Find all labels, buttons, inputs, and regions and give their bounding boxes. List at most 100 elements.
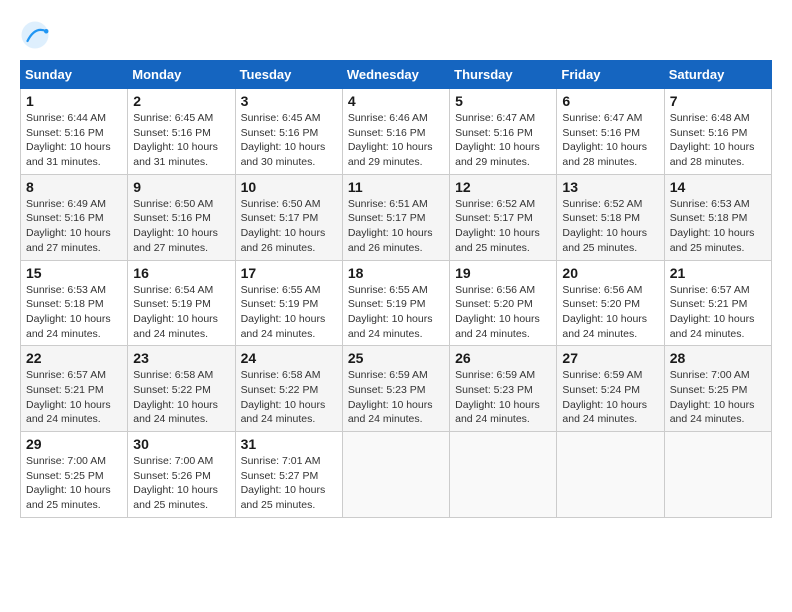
day-info: Sunrise: 6:53 AMSunset: 5:18 PMDaylight:… xyxy=(670,197,766,256)
day-info: Sunrise: 6:59 AMSunset: 5:24 PMDaylight:… xyxy=(562,368,658,427)
day-info: Sunrise: 6:51 AMSunset: 5:17 PMDaylight:… xyxy=(348,197,444,256)
day-cell-26: 26 Sunrise: 6:59 AMSunset: 5:23 PMDayligh… xyxy=(450,346,557,432)
day-number: 17 xyxy=(241,265,337,281)
day-info: Sunrise: 6:49 AMSunset: 5:16 PMDaylight:… xyxy=(26,197,122,256)
day-cell-14: 14 Sunrise: 6:53 AMSunset: 5:18 PMDayligh… xyxy=(664,174,771,260)
calendar-week-row: 22 Sunrise: 6:57 AMSunset: 5:21 PMDayligh… xyxy=(21,346,772,432)
day-cell-22: 22 Sunrise: 6:57 AMSunset: 5:21 PMDayligh… xyxy=(21,346,128,432)
day-number: 5 xyxy=(455,93,551,109)
day-cell-4: 4Sunrise: 6:46 AMSunset: 5:16 PMDaylight… xyxy=(342,89,449,175)
day-number: 18 xyxy=(348,265,444,281)
day-cell-9: 9 Sunrise: 6:50 AMSunset: 5:16 PMDaylight… xyxy=(128,174,235,260)
weekday-header-wednesday: Wednesday xyxy=(342,61,449,89)
day-number: 1 xyxy=(26,93,122,109)
day-number: 19 xyxy=(455,265,551,281)
calendar-week-row: 8 Sunrise: 6:49 AMSunset: 5:16 PMDaylight… xyxy=(21,174,772,260)
day-info: Sunrise: 6:52 AMSunset: 5:17 PMDaylight:… xyxy=(455,197,551,256)
day-number: 16 xyxy=(133,265,229,281)
day-number: 20 xyxy=(562,265,658,281)
logo-icon xyxy=(20,20,50,50)
day-cell-10: 10 Sunrise: 6:50 AMSunset: 5:17 PMDayligh… xyxy=(235,174,342,260)
day-number: 4 xyxy=(348,93,444,109)
day-info: Sunrise: 6:56 AMSunset: 5:20 PMDaylight:… xyxy=(562,283,658,342)
day-cell-8: 8 Sunrise: 6:49 AMSunset: 5:16 PMDaylight… xyxy=(21,174,128,260)
day-number: 6 xyxy=(562,93,658,109)
day-info: Sunrise: 6:45 AMSunset: 5:16 PMDaylight:… xyxy=(241,111,337,170)
day-info: Sunrise: 6:52 AMSunset: 5:18 PMDaylight:… xyxy=(562,197,658,256)
day-number: 27 xyxy=(562,350,658,366)
day-cell-7: 7 Sunrise: 6:48 AMSunset: 5:16 PMDaylight… xyxy=(664,89,771,175)
day-number: 3 xyxy=(241,93,337,109)
day-cell-5: 5 Sunrise: 6:47 AMSunset: 5:16 PMDaylight… xyxy=(450,89,557,175)
calendar-week-row: 15Sunrise: 6:53 AMSunset: 5:18 PMDayligh… xyxy=(21,260,772,346)
day-info: Sunrise: 7:00 AMSunset: 5:25 PMDaylight:… xyxy=(670,368,766,427)
day-number: 26 xyxy=(455,350,551,366)
day-number: 13 xyxy=(562,179,658,195)
empty-cell xyxy=(664,432,771,518)
day-number: 9 xyxy=(133,179,229,195)
day-cell-6: 6 Sunrise: 6:47 AMSunset: 5:16 PMDaylight… xyxy=(557,89,664,175)
day-number: 7 xyxy=(670,93,766,109)
day-info: Sunrise: 6:44 AMSunset: 5:16 PMDaylight:… xyxy=(26,111,122,170)
day-info: Sunrise: 6:50 AMSunset: 5:17 PMDaylight:… xyxy=(241,197,337,256)
day-number: 31 xyxy=(241,436,337,452)
weekday-header-monday: Monday xyxy=(128,61,235,89)
day-cell-19: 19 Sunrise: 6:56 AMSunset: 5:20 PMDayligh… xyxy=(450,260,557,346)
day-number: 25 xyxy=(348,350,444,366)
day-info: Sunrise: 6:55 AMSunset: 5:19 PMDaylight:… xyxy=(348,283,444,342)
day-cell-16: 16 Sunrise: 6:54 AMSunset: 5:19 PMDayligh… xyxy=(128,260,235,346)
day-cell-18: 18 Sunrise: 6:55 AMSunset: 5:19 PMDayligh… xyxy=(342,260,449,346)
day-number: 24 xyxy=(241,350,337,366)
day-info: Sunrise: 6:56 AMSunset: 5:20 PMDaylight:… xyxy=(455,283,551,342)
empty-cell xyxy=(450,432,557,518)
day-cell-29: 29 Sunrise: 7:00 AMSunset: 5:25 PMDayligh… xyxy=(21,432,128,518)
weekday-header-tuesday: Tuesday xyxy=(235,61,342,89)
day-cell-31: 31 Sunrise: 7:01 AMSunset: 5:27 PMDayligh… xyxy=(235,432,342,518)
day-info: Sunrise: 6:57 AMSunset: 5:21 PMDaylight:… xyxy=(670,283,766,342)
day-info: Sunrise: 6:47 AMSunset: 5:16 PMDaylight:… xyxy=(455,111,551,170)
day-info: Sunrise: 6:45 AMSunset: 5:16 PMDaylight:… xyxy=(133,111,229,170)
day-info: Sunrise: 6:47 AMSunset: 5:16 PMDaylight:… xyxy=(562,111,658,170)
day-info: Sunrise: 6:57 AMSunset: 5:21 PMDaylight:… xyxy=(26,368,122,427)
day-cell-1: 1 Sunrise: 6:44 AMSunset: 5:16 PMDaylight… xyxy=(21,89,128,175)
day-number: 2 xyxy=(133,93,229,109)
day-cell-3: 3 Sunrise: 6:45 AMSunset: 5:16 PMDaylight… xyxy=(235,89,342,175)
day-number: 14 xyxy=(670,179,766,195)
calendar-body: 1 Sunrise: 6:44 AMSunset: 5:16 PMDaylight… xyxy=(21,89,772,518)
day-info: Sunrise: 6:50 AMSunset: 5:16 PMDaylight:… xyxy=(133,197,229,256)
day-cell-13: 13 Sunrise: 6:52 AMSunset: 5:18 PMDayligh… xyxy=(557,174,664,260)
day-cell-21: 21 Sunrise: 6:57 AMSunset: 5:21 PMDayligh… xyxy=(664,260,771,346)
day-info: Sunrise: 7:01 AMSunset: 5:27 PMDaylight:… xyxy=(241,454,337,513)
day-number: 22 xyxy=(26,350,122,366)
header xyxy=(20,20,772,50)
day-cell-12: 12 Sunrise: 6:52 AMSunset: 5:17 PMDayligh… xyxy=(450,174,557,260)
day-number: 29 xyxy=(26,436,122,452)
day-number: 28 xyxy=(670,350,766,366)
day-cell-27: 27 Sunrise: 6:59 AMSunset: 5:24 PMDayligh… xyxy=(557,346,664,432)
day-info: Sunrise: 7:00 AMSunset: 5:25 PMDaylight:… xyxy=(26,454,122,513)
day-info: Sunrise: 6:58 AMSunset: 5:22 PMDaylight:… xyxy=(133,368,229,427)
day-number: 21 xyxy=(670,265,766,281)
day-cell-23: 23Sunrise: 6:58 AMSunset: 5:22 PMDayligh… xyxy=(128,346,235,432)
day-number: 15 xyxy=(26,265,122,281)
day-cell-20: 20 Sunrise: 6:56 AMSunset: 5:20 PMDayligh… xyxy=(557,260,664,346)
calendar-week-row: 1 Sunrise: 6:44 AMSunset: 5:16 PMDaylight… xyxy=(21,89,772,175)
day-cell-11: 11Sunrise: 6:51 AMSunset: 5:17 PMDayligh… xyxy=(342,174,449,260)
day-number: 12 xyxy=(455,179,551,195)
day-info: Sunrise: 6:58 AMSunset: 5:22 PMDaylight:… xyxy=(241,368,337,427)
day-info: Sunrise: 6:54 AMSunset: 5:19 PMDaylight:… xyxy=(133,283,229,342)
day-number: 10 xyxy=(241,179,337,195)
day-info: Sunrise: 6:48 AMSunset: 5:16 PMDaylight:… xyxy=(670,111,766,170)
day-cell-24: 24 Sunrise: 6:58 AMSunset: 5:22 PMDayligh… xyxy=(235,346,342,432)
day-cell-15: 15Sunrise: 6:53 AMSunset: 5:18 PMDayligh… xyxy=(21,260,128,346)
empty-cell xyxy=(557,432,664,518)
logo xyxy=(20,20,54,50)
day-cell-28: 28 Sunrise: 7:00 AMSunset: 5:25 PMDayligh… xyxy=(664,346,771,432)
calendar-week-row: 29 Sunrise: 7:00 AMSunset: 5:25 PMDayligh… xyxy=(21,432,772,518)
day-info: Sunrise: 6:59 AMSunset: 5:23 PMDaylight:… xyxy=(455,368,551,427)
day-number: 8 xyxy=(26,179,122,195)
day-number: 30 xyxy=(133,436,229,452)
day-info: Sunrise: 6:59 AMSunset: 5:23 PMDaylight:… xyxy=(348,368,444,427)
weekday-row: SundayMondayTuesdayWednesdayThursdayFrid… xyxy=(21,61,772,89)
day-info: Sunrise: 6:55 AMSunset: 5:19 PMDaylight:… xyxy=(241,283,337,342)
